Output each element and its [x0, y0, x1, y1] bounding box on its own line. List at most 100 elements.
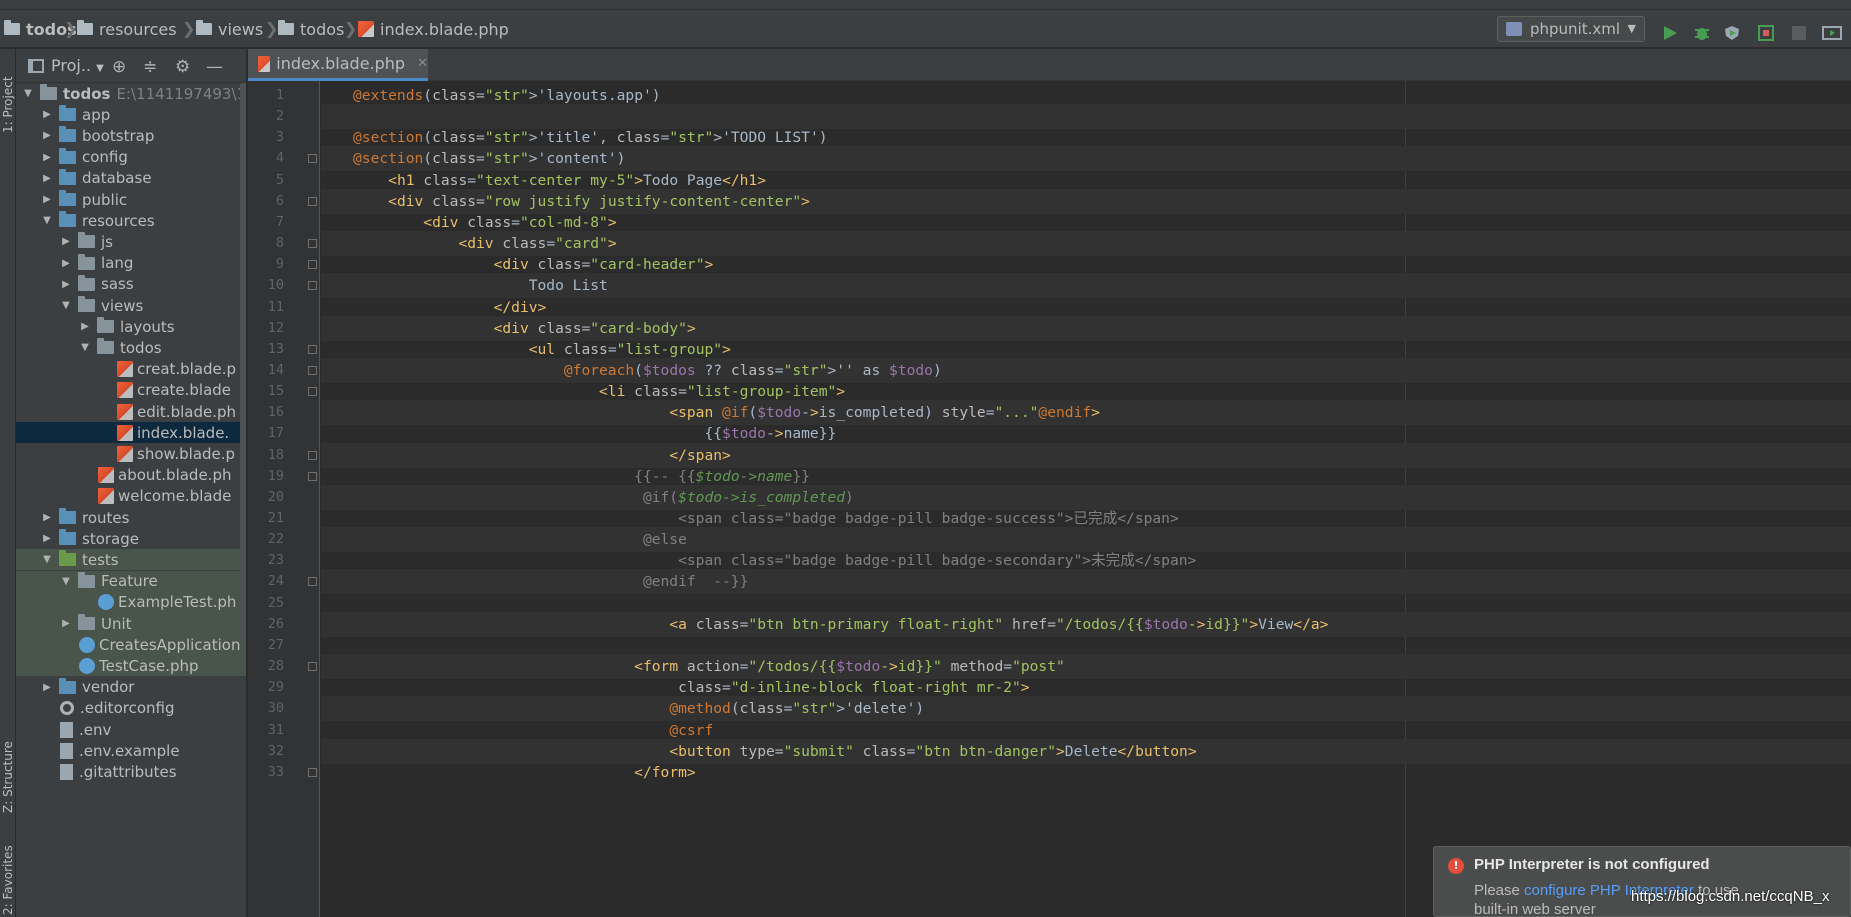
- fold-marker-icon[interactable]: [308, 365, 317, 375]
- close-icon[interactable]: ✕: [417, 56, 428, 71]
- breadcrumb-item-views[interactable]: views: [196, 18, 263, 40]
- tree-item[interactable]: edit.blade.ph: [16, 401, 246, 422]
- tree-item-label: sass: [101, 275, 134, 294]
- chevron-right-icon[interactable]: ▶: [41, 194, 53, 205]
- tree-item[interactable]: about.blade.ph: [16, 465, 246, 486]
- fold-marker-icon[interactable]: [308, 577, 317, 587]
- tree-item[interactable]: ▼ tests: [16, 549, 246, 571]
- fold-marker-icon[interactable]: [308, 154, 317, 164]
- run-configuration-select[interactable]: phpunit.xml ▼: [1497, 16, 1645, 42]
- code-line[interactable]: </form>: [321, 760, 1851, 785]
- tree-item[interactable]: ▶ layouts: [16, 316, 246, 337]
- tree-item-label: lang: [101, 254, 134, 273]
- tree-item[interactable]: TestCase.php: [16, 655, 246, 677]
- chevron-down-icon[interactable]: ▼: [79, 342, 91, 353]
- chevron-right-icon[interactable]: ▶: [41, 130, 53, 141]
- chevron-right-icon[interactable]: ▶: [60, 279, 72, 290]
- coverage-button[interactable]: [1722, 23, 1742, 43]
- chevron-right-icon[interactable]: ▶: [60, 618, 72, 629]
- fold-marker-icon[interactable]: [308, 450, 317, 460]
- fold-marker-icon[interactable]: [308, 767, 317, 777]
- gear-icon[interactable]: ⚙: [175, 57, 190, 77]
- chevron-down-icon: ▼: [1627, 22, 1636, 35]
- tree-item[interactable]: ▶ config: [16, 147, 246, 168]
- fold-marker-icon[interactable]: [308, 471, 317, 481]
- favorites-tool-window-button[interactable]: 2: Favorites: [1, 831, 15, 915]
- chevron-down-icon[interactable]: ▼: [41, 215, 53, 226]
- chevron-down-icon[interactable]: ▼: [41, 554, 53, 565]
- project-tree-scrollbar[interactable]: [240, 83, 246, 643]
- build-button[interactable]: [1822, 23, 1842, 43]
- collapse-all-icon[interactable]: ≑: [143, 57, 157, 77]
- chevron-right-icon[interactable]: ▶: [60, 258, 72, 269]
- tree-item-label: .editorconfig: [80, 699, 175, 718]
- fold-marker-icon[interactable]: [308, 281, 317, 291]
- structure-tool-window-button[interactable]: Z: Structure: [1, 713, 15, 813]
- breadcrumb-item-file[interactable]: index.blade.php: [358, 18, 509, 40]
- chevron-right-icon[interactable]: ▶: [41, 533, 53, 544]
- fold-marker-icon[interactable]: [308, 260, 317, 270]
- tree-item[interactable]: ▶ routes: [16, 507, 246, 528]
- tree-item[interactable]: show.blade.p: [16, 443, 246, 464]
- project-panel-header: Proj.. ▼ ⊕ ≑ ⚙ —: [16, 49, 246, 83]
- fold-marker-icon[interactable]: [308, 387, 317, 397]
- tree-item[interactable]: welcome.blade: [16, 486, 246, 507]
- tree-item[interactable]: ExampleTest.ph: [16, 591, 246, 613]
- hide-panel-icon[interactable]: —: [206, 57, 223, 77]
- tree-item[interactable]: ▼ views: [16, 295, 246, 316]
- code-editor[interactable]: @extends(class="str">'layouts.app') @sect…: [321, 81, 1851, 917]
- run-button[interactable]: [1660, 23, 1680, 43]
- tree-item[interactable]: ▶ storage: [16, 528, 246, 549]
- tree-item[interactable]: .editorconfig: [16, 698, 246, 719]
- fold-marker-icon[interactable]: [308, 196, 317, 206]
- chevron-right-icon[interactable]: ▶: [41, 152, 53, 163]
- fold-marker-icon[interactable]: [308, 662, 317, 672]
- tree-item[interactable]: ▶ vendor: [16, 677, 246, 698]
- tab-index-blade-php[interactable]: index.blade.php ✕: [248, 49, 428, 81]
- config-file-icon: [60, 701, 74, 716]
- tree-item[interactable]: create.blade: [16, 380, 246, 401]
- tree-item[interactable]: creat.blade.p: [16, 359, 246, 380]
- fold-marker-icon[interactable]: [308, 344, 317, 354]
- tree-item[interactable]: CreatesApplication: [16, 634, 246, 656]
- tree-item[interactable]: ▶ sass: [16, 274, 246, 295]
- chevron-right-icon[interactable]: ▶: [79, 321, 91, 332]
- chevron-down-icon[interactable]: ▼: [22, 88, 34, 99]
- tree-item[interactable]: ▶ lang: [16, 253, 246, 274]
- tree-item[interactable]: ▶ js: [16, 231, 246, 252]
- chevron-right-icon[interactable]: ▶: [41, 109, 53, 120]
- chevron-right-icon[interactable]: ▶: [60, 236, 72, 247]
- debug-button[interactable]: [1692, 23, 1712, 43]
- stop-button[interactable]: [1789, 23, 1809, 43]
- chevron-down-icon[interactable]: ▼: [60, 300, 72, 311]
- chevron-down-icon[interactable]: ▼: [60, 576, 72, 587]
- profile-button[interactable]: [1756, 23, 1776, 43]
- tree-item[interactable]: .env: [16, 719, 246, 740]
- tree-item[interactable]: ▼ todos E:\1141197493\1: [16, 83, 246, 104]
- folder-icon: [196, 20, 212, 35]
- tree-item[interactable]: ▶ bootstrap: [16, 125, 246, 146]
- tree-item[interactable]: .env.example: [16, 740, 246, 761]
- chevron-right-icon[interactable]: ▶: [41, 173, 53, 184]
- tree-item[interactable]: index.blade.: [16, 422, 246, 444]
- tree-item[interactable]: ▶ app: [16, 104, 246, 125]
- tree-item[interactable]: ▶ public: [16, 189, 246, 210]
- tree-item[interactable]: ▶ Unit: [16, 613, 246, 634]
- notification-balloon[interactable]: ! PHP Interpreter is not configured Plea…: [1433, 846, 1851, 917]
- chevron-right-icon[interactable]: ▶: [41, 682, 53, 693]
- tree-item[interactable]: ▼ todos: [16, 337, 246, 358]
- fold-marker-icon[interactable]: [308, 239, 317, 249]
- blade-file-icon: [358, 21, 374, 37]
- tree-item[interactable]: ▶ database: [16, 168, 246, 189]
- tree-item[interactable]: .gitattributes: [16, 761, 246, 782]
- breadcrumb-item-resources[interactable]: resources: [77, 18, 177, 40]
- project-view-select[interactable]: Proj.. ▼: [51, 56, 104, 75]
- locate-file-icon[interactable]: ⊕: [112, 57, 126, 77]
- tree-item[interactable]: ▼ resources: [16, 210, 246, 231]
- editor-gutter[interactable]: 1 2 3 4 5 6 7 8 9 10 11 12 13 14 15 16 17 18 19 20 21 22 23 24 2…: [248, 81, 320, 917]
- folder-icon: [78, 296, 95, 312]
- tree-item[interactable]: ▼ Feature: [16, 570, 246, 592]
- project-tool-window-button[interactable]: 1: Project: [1, 53, 15, 133]
- breadcrumb-item-todos[interactable]: todos: [278, 18, 344, 40]
- chevron-right-icon[interactable]: ▶: [41, 512, 53, 523]
